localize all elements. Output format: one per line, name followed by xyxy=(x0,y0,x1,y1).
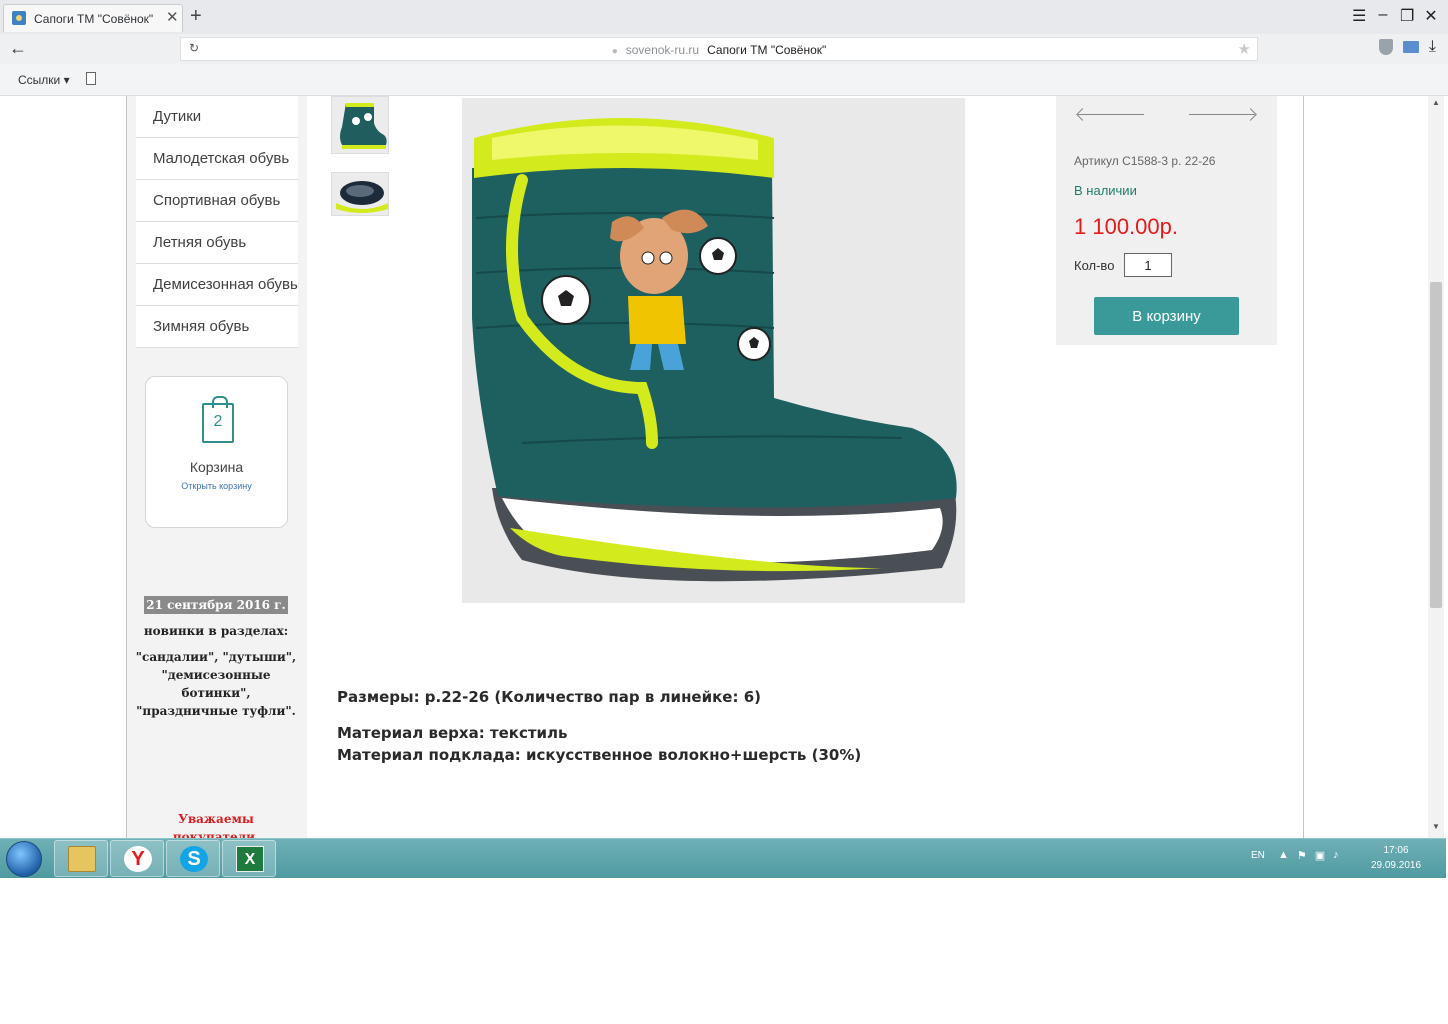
action-center-flag-icon[interactable]: ⚑ xyxy=(1297,849,1307,862)
stock-status: В наличии xyxy=(1074,183,1137,198)
address-text: ● sovenok-ru.ru Сапоги ТМ "Совёнок" xyxy=(181,43,1257,57)
next-product-arrow-icon[interactable] xyxy=(1189,114,1255,115)
previous-product-arrow-icon[interactable] xyxy=(1078,114,1144,115)
product-sizes: Размеры: р.22-26 (Количество пар в линей… xyxy=(337,688,761,706)
page-viewport: Дутики Малодетская обувь Спортивная обув… xyxy=(0,96,1448,838)
news-line: ботинки", xyxy=(181,686,251,700)
volume-icon[interactable]: ♪ xyxy=(1333,849,1339,862)
open-cart-link[interactable]: Открыть корзину xyxy=(146,481,287,491)
quantity-label: Кол-во xyxy=(1074,258,1115,273)
browser-tab-strip: Сапоги ТМ "Совёнок" ✕ + ☰ – ❐ ✕ xyxy=(0,0,1448,34)
clock-date: 29.09.2016 xyxy=(1370,860,1422,871)
menu-icon[interactable]: ☰ xyxy=(1352,6,1366,26)
yandex-browser-icon: Y xyxy=(124,846,152,872)
taskbar-excel-button[interactable]: X xyxy=(222,840,276,877)
taskbar-yandex-browser-button[interactable]: Y xyxy=(110,840,164,877)
product-article: Артикул С1588-3 р. 22-26 xyxy=(1074,154,1216,168)
category-item-summer-shoes[interactable]: Летняя обувь xyxy=(136,222,298,264)
page-scrollbar[interactable]: ▲ ▼ xyxy=(1428,96,1444,838)
news-date: 21 сентября 2016 г. xyxy=(144,596,288,614)
address-bar[interactable]: ↻ ● sovenok-ru.ru Сапоги ТМ "Совёнок" ★ xyxy=(180,37,1258,61)
restore-icon[interactable]: ❐ xyxy=(1400,6,1414,26)
browser-tab[interactable]: Сапоги ТМ "Совёнок" ✕ xyxy=(3,4,183,32)
start-button-icon[interactable] xyxy=(6,841,42,877)
news-line: "сандалии", "дутыши", xyxy=(135,650,297,664)
window-controls: ☰ – ❐ ✕ xyxy=(1352,6,1438,26)
scroll-up-icon[interactable]: ▲ xyxy=(1428,98,1444,107)
product-main-image[interactable] xyxy=(462,98,965,603)
taskbar-skype-button[interactable]: S xyxy=(166,840,220,877)
site-favicon-icon xyxy=(12,11,26,25)
customer-notice: Уважаемы покупатели, xyxy=(172,812,260,838)
scroll-down-icon[interactable]: ▼ xyxy=(1428,822,1444,831)
product-thumbnail-side[interactable] xyxy=(331,96,389,154)
site-info-icon[interactable]: ● xyxy=(612,46,618,57)
tab-title: Сапоги ТМ "Совёнок" xyxy=(34,12,154,26)
boot-illustration xyxy=(462,98,965,603)
downloads-icon[interactable]: ⤓ xyxy=(1429,39,1436,55)
bookmarks-bar: Ссылки ▾ xyxy=(0,64,1448,96)
folder-icon xyxy=(68,846,96,872)
category-item-sport-shoes[interactable]: Спортивная обувь xyxy=(136,180,298,222)
page-icon[interactable] xyxy=(86,72,96,85)
purchase-panel: Артикул С1588-3 р. 22-26 В наличии 1 100… xyxy=(1056,96,1277,345)
system-clock[interactable]: 17:06 29.09.2016 xyxy=(1366,843,1426,873)
product-thumbnail-inside[interactable] xyxy=(331,172,389,216)
new-tab-button[interactable]: + xyxy=(190,4,202,28)
url-page-title: Сапоги ТМ "Совёнок" xyxy=(707,43,827,57)
back-arrow-icon[interactable]: ← xyxy=(9,38,27,59)
quantity-input[interactable] xyxy=(1124,253,1172,277)
system-tray: ▲ ⚑ ▣ ♪ xyxy=(1278,849,1339,862)
category-menu: Дутики Малодетская обувь Спортивная обув… xyxy=(136,96,298,348)
news-lead: новинки в разделах: xyxy=(143,624,289,638)
clock-time: 17:06 xyxy=(1383,845,1409,856)
cart-count: 2 xyxy=(213,413,223,430)
news-line: "праздничные туфли". xyxy=(136,704,296,718)
skype-icon: S xyxy=(180,846,208,872)
browser-extension-icons: ⤓ xyxy=(1378,39,1436,55)
show-hidden-icons-icon[interactable]: ▲ xyxy=(1278,849,1289,862)
category-item-toddler-shoes[interactable]: Малодетская обувь xyxy=(136,138,298,180)
bookmark-star-icon[interactable]: ★ xyxy=(1238,40,1251,58)
scrollbar-thumb[interactable] xyxy=(1430,282,1442,608)
tab-close-icon[interactable]: ✕ xyxy=(166,8,179,26)
excel-icon: X xyxy=(236,846,264,872)
shopping-bag-icon: 2 xyxy=(202,396,234,443)
network-icon[interactable]: ▣ xyxy=(1315,849,1325,862)
protect-shield-icon[interactable] xyxy=(1378,39,1393,55)
minimize-icon[interactable]: – xyxy=(1376,6,1390,26)
news-block: 21 сентября 2016 г. новинки в разделах: … xyxy=(134,596,298,720)
add-to-cart-button[interactable]: В корзину xyxy=(1094,297,1239,335)
category-item-demiseason-shoes[interactable]: Демисезонная обувь xyxy=(136,264,298,306)
windows-taskbar: Y S X EN ▲ ⚑ ▣ ♪ 17:06 29.09.2016 xyxy=(0,838,1446,878)
taskbar-explorer-button[interactable] xyxy=(54,840,108,877)
category-item-winter-shoes[interactable]: Зимняя обувь xyxy=(136,306,298,348)
close-window-icon[interactable]: ✕ xyxy=(1424,6,1438,26)
page-right-border xyxy=(1303,96,1304,838)
product-price: 1 100.00р. xyxy=(1074,214,1178,239)
cart-title: Корзина xyxy=(189,459,244,475)
material-top: Материал верха: текстиль xyxy=(337,724,568,742)
bookmarks-links-menu[interactable]: Ссылки ▾ xyxy=(18,73,70,87)
cart-widget[interactable]: 2 Корзина Открыть корзину xyxy=(145,376,288,528)
news-line: "демисезонные xyxy=(161,668,271,682)
mail-icon[interactable] xyxy=(1402,41,1419,53)
language-indicator[interactable]: EN xyxy=(1251,850,1265,861)
product-description: Размеры: р.22-26 (Количество пар в линей… xyxy=(337,686,861,766)
browser-navigation-bar: ← ↻ ● sovenok-ru.ru Сапоги ТМ "Совёнок" ★ … xyxy=(0,34,1448,64)
category-item-dutiki[interactable]: Дутики xyxy=(136,96,298,138)
page-left-border xyxy=(126,96,127,838)
url-domain: sovenok-ru.ru xyxy=(625,43,700,57)
material-lining: Материал подклада: искусственное волокно… xyxy=(337,746,862,764)
